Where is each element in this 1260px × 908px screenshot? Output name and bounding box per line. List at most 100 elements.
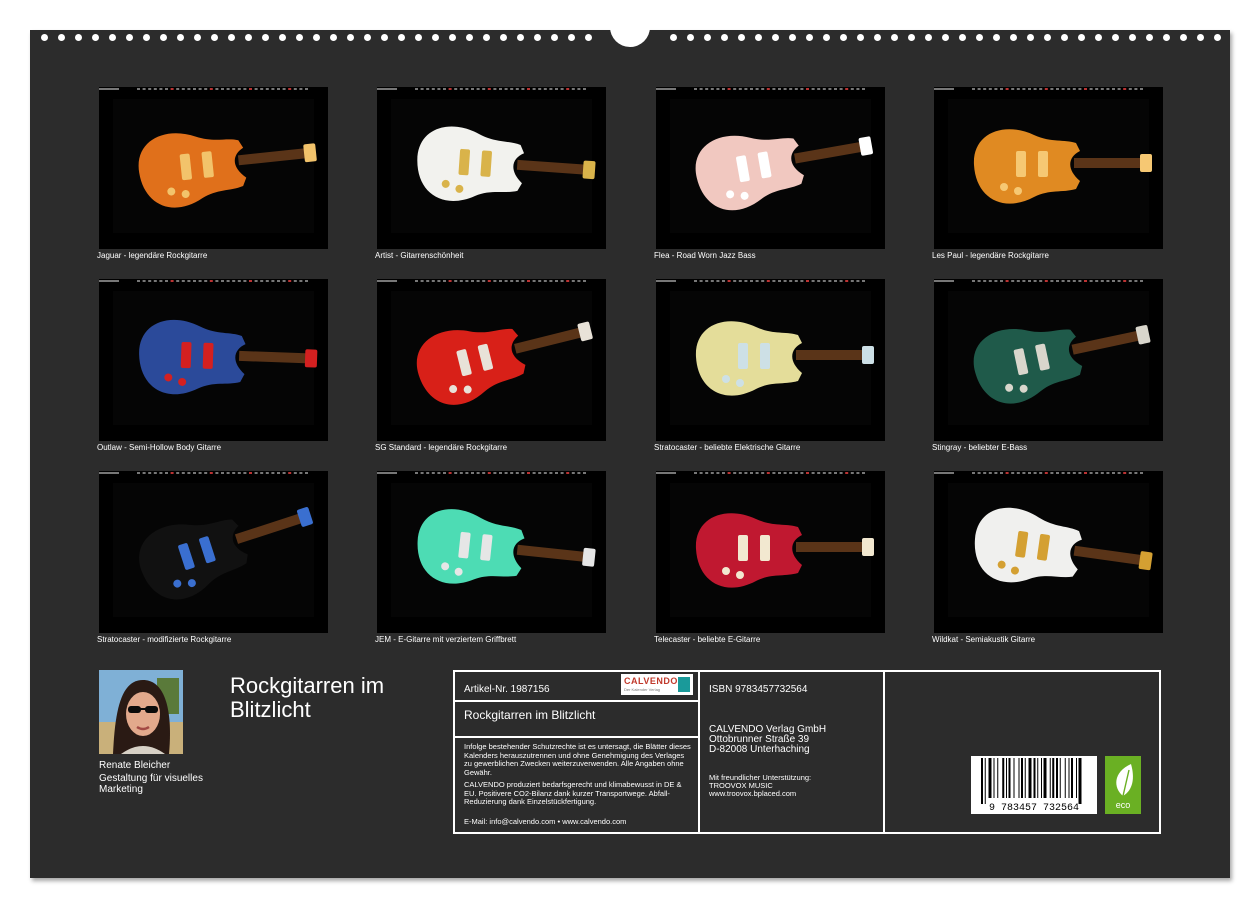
eco-badge-text: eco: [1115, 800, 1131, 810]
guitar-photo: [670, 483, 874, 617]
publisher-city: D-82008 Unterhaching: [709, 744, 810, 755]
binding-hole: [1095, 34, 1102, 41]
binding-hole: [857, 34, 864, 41]
binding-hole: [279, 34, 286, 41]
month-photo: [934, 471, 1163, 633]
month-caption: Stratocaster - beliebte Elektrische Gita…: [654, 443, 801, 452]
calvendo-logo-word: CALVENDO: [624, 676, 678, 686]
binding-hole: [160, 34, 167, 41]
binding-hole: [398, 34, 405, 41]
calendar-back-page: Jaguar - legendäre Rockgitarre Artist - G…: [30, 16, 1230, 878]
info-box: Artikel-Nr. 1987156 CALVENDO Der Kalende…: [453, 670, 1161, 834]
binding-hole: [449, 34, 456, 41]
binding-hole: [347, 34, 354, 41]
guitar-photo: [391, 99, 596, 233]
month-calendar-strip: [656, 472, 865, 474]
info-divider: [883, 672, 885, 832]
info-divider: [698, 672, 700, 832]
guitar-photo: [391, 483, 596, 617]
month-photo: [99, 87, 328, 249]
month-caption: Jaguar - legendäre Rockgitarre: [97, 251, 208, 260]
binding-hole: [789, 34, 796, 41]
month-caption: Stingray - beliebter E-Bass: [932, 443, 1028, 452]
month-calendar-strip: [377, 280, 586, 282]
binding-hole: [1129, 34, 1136, 41]
month-calendar-strip: [934, 280, 1143, 282]
month-photo: [656, 471, 885, 633]
binding-hole: [806, 34, 813, 41]
binding-hole: [738, 34, 745, 41]
binding-hole: [109, 34, 116, 41]
article-number: Artikel-Nr. 1987156: [464, 684, 550, 695]
month-caption: Wildkat - Semiakustik Gitarre: [932, 635, 1036, 644]
isbn: ISBN 9783457732564: [709, 684, 808, 695]
author-name: Renate Bleicher: [99, 760, 171, 771]
binding-hole: [483, 34, 490, 41]
binding-hole: [704, 34, 711, 41]
info-divider: [455, 700, 698, 702]
binding-hole: [755, 34, 762, 41]
support-url: www.troovox.bplaced.com: [709, 789, 797, 798]
month-photo: [377, 279, 606, 441]
binding-hole: [1044, 34, 1051, 41]
binding-hole: [92, 34, 99, 41]
calvendo-logo: CALVENDO Der Kalender Verlag: [621, 674, 693, 695]
barcode-digits: 9 783457 732564: [988, 803, 1079, 814]
binding-hole: [585, 34, 592, 41]
binding-hole: [500, 34, 507, 41]
binding-hole: [772, 34, 779, 41]
month-photo: [99, 471, 328, 633]
binding-hole: [262, 34, 269, 41]
month-caption: Artist - Gitarrenschönheit: [375, 251, 464, 260]
binding-hole: [942, 34, 949, 41]
month-caption: Outlaw - Semi-Hollow Body Gitarre: [97, 443, 222, 452]
binding-hole: [976, 34, 983, 41]
binding-hole: [466, 34, 473, 41]
month-caption: Les Paul - legendäre Rockgitarre: [932, 251, 1049, 260]
month-calendar-strip: [99, 280, 308, 282]
info-title: Rockgitarren im Blitzlicht: [464, 708, 596, 722]
month-calendar-strip: [99, 472, 308, 474]
month-calendar-strip: [656, 88, 865, 90]
guitar-photo: [948, 483, 1153, 617]
calendar-title: Rockgitarren im Blitzlicht: [230, 673, 385, 722]
binding-hole: [415, 34, 422, 41]
month-caption: Telecaster - beliebte E-Gitarre: [654, 635, 761, 644]
binding-hole: [1112, 34, 1119, 41]
month-calendar-strip: [99, 88, 308, 90]
month-calendar-strip: [377, 88, 586, 90]
month-calendar-strip: [934, 472, 1143, 474]
binding-hole: [194, 34, 201, 41]
binding-hole: [228, 34, 235, 41]
month-calendar-strip: [934, 88, 1143, 90]
guitar-photo: [948, 99, 1152, 233]
month-caption: SG Standard - legendäre Rockgitarre: [375, 443, 508, 452]
binding-hole: [670, 34, 677, 41]
binding-hole: [41, 34, 48, 41]
guitar-photo: [391, 291, 593, 425]
month-photo: [377, 471, 606, 633]
guitar-photo: [113, 483, 314, 617]
binding-hole: [1163, 34, 1170, 41]
barcode: 9 783457 732564: [971, 756, 1097, 814]
binding-hole: [1197, 34, 1204, 41]
month-photo: [99, 279, 328, 441]
binding-hole: [364, 34, 371, 41]
guitar-photo: [948, 291, 1151, 425]
binding-hole: [534, 34, 541, 41]
binding-hole: [432, 34, 439, 41]
calvendo-logo-mark: [678, 677, 690, 692]
binding-hole: [993, 34, 1000, 41]
month-caption: JEM - E-Gitarre mit verziertem Griffbret…: [375, 635, 517, 644]
guitar-photo: [670, 291, 874, 425]
binding-hole: [891, 34, 898, 41]
contact-line: E-Mail: info@calvendo.com • www.calvendo…: [464, 817, 627, 826]
binding-hole: [296, 34, 303, 41]
binding-hole: [687, 34, 694, 41]
author-photo: [99, 670, 183, 754]
month-caption: Flea - Road Worn Jazz Bass: [654, 251, 756, 260]
binding-hole: [908, 34, 915, 41]
binding-hole: [959, 34, 966, 41]
guitar-photo: [670, 99, 873, 233]
binding-hole: [840, 34, 847, 41]
